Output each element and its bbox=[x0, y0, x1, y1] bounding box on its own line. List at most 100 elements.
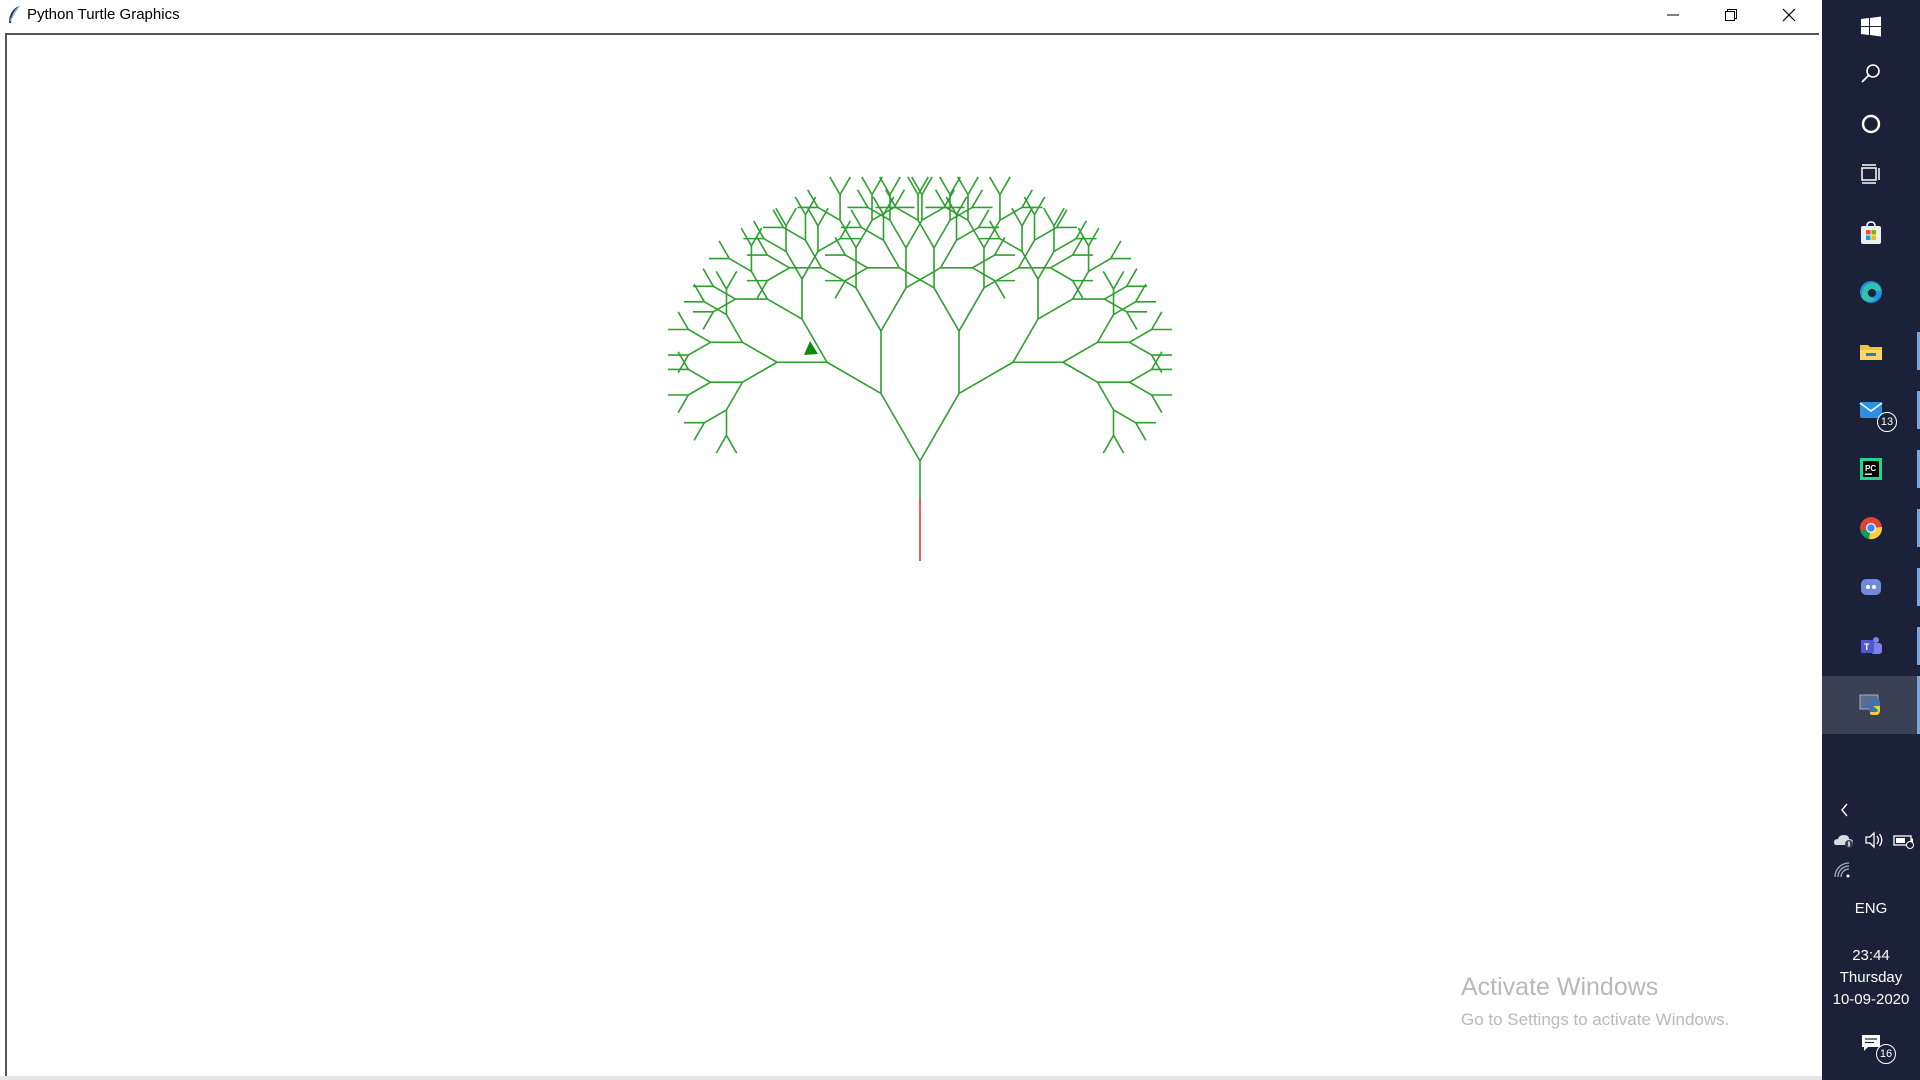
tree-branch bbox=[794, 196, 807, 216]
tree-branch bbox=[933, 287, 960, 332]
notification-badge: 16 bbox=[1876, 1044, 1896, 1064]
taskbar-store[interactable] bbox=[1822, 206, 1920, 260]
onedrive-icon[interactable] bbox=[1832, 830, 1856, 850]
taskbar-chrome[interactable] bbox=[1822, 501, 1920, 555]
tree-branch bbox=[889, 219, 907, 249]
tree-branch bbox=[1102, 270, 1115, 290]
tree-branch bbox=[715, 270, 728, 290]
restore-icon bbox=[1725, 9, 1737, 21]
taskbar-teams[interactable]: T bbox=[1822, 619, 1920, 673]
tray-icons-row bbox=[1822, 828, 1920, 852]
tree-branch bbox=[1017, 239, 1036, 269]
taskbar-file-explorer[interactable] bbox=[1822, 324, 1920, 378]
tree-branch bbox=[1037, 251, 1055, 280]
feather-icon bbox=[9, 5, 20, 23]
tree-branch bbox=[861, 176, 873, 196]
tree-branch bbox=[1129, 381, 1153, 396]
tree-branch bbox=[889, 176, 901, 196]
tree-branch bbox=[712, 298, 736, 313]
tree-branch bbox=[1012, 318, 1039, 363]
tree-branch bbox=[967, 219, 985, 249]
tree-branch bbox=[880, 287, 907, 332]
tree-branch bbox=[1021, 189, 1033, 208]
tree-branch bbox=[919, 393, 960, 462]
clock-time: 23:44 bbox=[1852, 947, 1890, 964]
tree-branch bbox=[763, 237, 787, 253]
tree-branch bbox=[1150, 311, 1163, 330]
file-explorer-icon bbox=[1860, 345, 1882, 360]
tree-branch bbox=[1104, 298, 1128, 313]
tree-branch bbox=[879, 176, 891, 196]
watermark-subtitle: Go to Settings to activate Windows. bbox=[1461, 1010, 1730, 1029]
taskbar-discord[interactable] bbox=[1822, 560, 1920, 614]
tree-branch bbox=[999, 206, 1023, 221]
restore-button[interactable] bbox=[1702, 0, 1760, 30]
windows-start-icon bbox=[1861, 16, 1881, 37]
minimize-button[interactable] bbox=[1644, 0, 1702, 30]
taskbar-edge[interactable] bbox=[1822, 265, 1920, 319]
chrome-icon bbox=[1860, 517, 1883, 540]
tree-branch bbox=[880, 393, 921, 462]
cortana-button[interactable] bbox=[1822, 97, 1920, 151]
title-bar[interactable]: Python Turtle Graphics bbox=[0, 0, 1822, 30]
svg-text:PC: PC bbox=[1865, 464, 1876, 473]
battery-icon[interactable] bbox=[1892, 830, 1916, 850]
tree-branch bbox=[977, 209, 990, 228]
tree-branch bbox=[702, 268, 715, 287]
taskbar-python-turtle[interactable] bbox=[1822, 676, 1920, 734]
search-icon bbox=[1861, 64, 1880, 83]
tree-branch bbox=[718, 240, 730, 260]
tree-branch bbox=[839, 176, 851, 196]
tree-branch bbox=[1075, 220, 1088, 240]
tree-branch bbox=[801, 318, 828, 363]
close-button[interactable] bbox=[1760, 0, 1818, 30]
tree-branch bbox=[712, 285, 736, 300]
tree-branch bbox=[895, 206, 919, 221]
teams-icon: T bbox=[1861, 637, 1882, 654]
tree-branch bbox=[1150, 394, 1163, 414]
action-center-button[interactable]: 16 bbox=[1822, 1030, 1920, 1066]
taskbar-mail[interactable]: 13 bbox=[1822, 383, 1920, 437]
volume-icon[interactable] bbox=[1862, 830, 1886, 850]
tree-branch bbox=[677, 394, 690, 414]
tree-branch bbox=[1113, 409, 1137, 424]
tree-branch bbox=[1050, 267, 1074, 282]
tree-branch bbox=[677, 311, 690, 330]
search-button[interactable] bbox=[1822, 47, 1920, 101]
wifi-icon[interactable] bbox=[1832, 860, 1856, 880]
taskbar: 13 PC T ENG 23:44 Thursday 10-09-2020 16 bbox=[1822, 0, 1920, 1080]
tree-branch bbox=[1021, 207, 1033, 227]
tree-branch bbox=[801, 251, 819, 280]
taskbar-pycharm[interactable]: PC bbox=[1822, 442, 1920, 496]
close-icon bbox=[1782, 8, 1796, 22]
tree-branch bbox=[725, 381, 744, 411]
tree-branch bbox=[855, 219, 873, 249]
tree-branch bbox=[882, 239, 901, 269]
tree-branch bbox=[752, 220, 765, 240]
tree-branch bbox=[804, 239, 823, 269]
clock[interactable]: 23:44 Thursday 10-09-2020 bbox=[1822, 945, 1920, 1011]
tree-branch bbox=[1043, 207, 1055, 227]
tree-branch bbox=[1125, 311, 1138, 330]
tree-branch bbox=[742, 361, 778, 383]
tree-branch bbox=[1021, 251, 1039, 280]
tree-branch bbox=[933, 219, 951, 249]
tree-branch bbox=[921, 206, 945, 221]
tree-branch bbox=[826, 361, 882, 395]
tree-branch bbox=[1129, 328, 1153, 343]
tree-branch bbox=[1033, 196, 1046, 216]
tree-branch bbox=[1096, 381, 1115, 411]
tree-branch bbox=[834, 280, 847, 299]
task-view-button[interactable] bbox=[1822, 147, 1920, 201]
start-button[interactable] bbox=[1822, 0, 1920, 54]
tree-branch bbox=[989, 176, 1001, 196]
microsoft-store-icon bbox=[1861, 221, 1881, 244]
turtle-canvas[interactable] bbox=[7, 35, 1819, 1078]
show-hidden-icons-button[interactable] bbox=[1822, 797, 1920, 823]
tree-branch bbox=[1096, 314, 1115, 343]
cortana-icon bbox=[1861, 114, 1881, 134]
tree-branch bbox=[1102, 435, 1115, 454]
minimize-icon bbox=[1667, 14, 1679, 16]
language-indicator[interactable]: ENG bbox=[1822, 898, 1920, 920]
tree-branch bbox=[939, 239, 958, 269]
